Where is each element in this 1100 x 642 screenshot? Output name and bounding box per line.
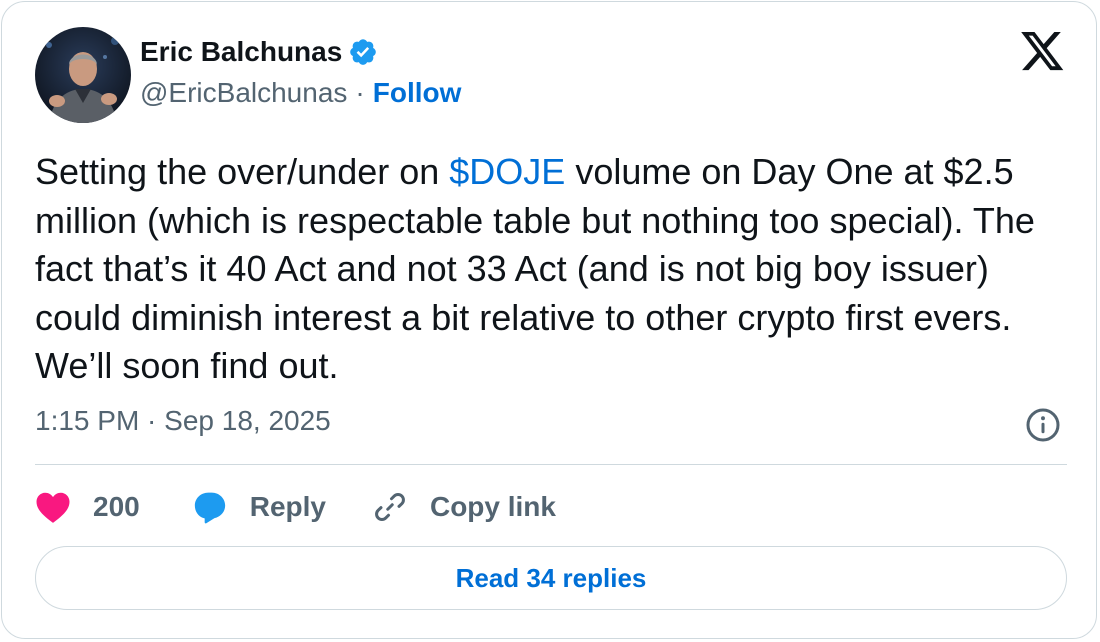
tweet-card: Eric Balchunas @EricBalchunas · Follow S… (1, 1, 1097, 639)
info-icon[interactable] (1025, 407, 1061, 443)
author-handle[interactable]: @EricBalchunas (140, 77, 347, 109)
follow-link[interactable]: Follow (373, 77, 462, 109)
author-name[interactable]: Eric Balchunas (140, 36, 342, 68)
tweet-text: Setting the over/under on $DOJE volume o… (35, 148, 1075, 391)
handle-row: @EricBalchunas · Follow (140, 77, 461, 109)
tweet-text-start: Setting the over/under on (35, 151, 450, 192)
action-bar: 200 Reply Copy link (35, 484, 556, 530)
x-logo-icon[interactable] (1021, 32, 1065, 72)
reply-button[interactable]: Reply (192, 490, 326, 524)
separator: · (355, 77, 365, 108)
link-icon (375, 492, 405, 522)
like-count: 200 (93, 491, 140, 522)
cashtag-link[interactable]: $DOJE (449, 151, 565, 192)
avatar[interactable] (35, 27, 131, 123)
verified-badge-icon[interactable] (348, 37, 378, 67)
copy-link-button[interactable]: Copy link (372, 489, 556, 525)
author-name-row: Eric Balchunas (140, 36, 378, 68)
divider (35, 464, 1067, 465)
copy-link-label: Copy link (429, 491, 556, 522)
reply-label: Reply (249, 491, 326, 522)
read-replies-button[interactable]: Read 34 replies (35, 546, 1067, 610)
timestamp-link[interactable]: 1:15 PM · Sep 18, 2025 (35, 405, 331, 437)
heart-icon (36, 492, 70, 523)
reply-bubble-icon (194, 492, 225, 524)
like-button[interactable]: 200 (35, 490, 140, 524)
